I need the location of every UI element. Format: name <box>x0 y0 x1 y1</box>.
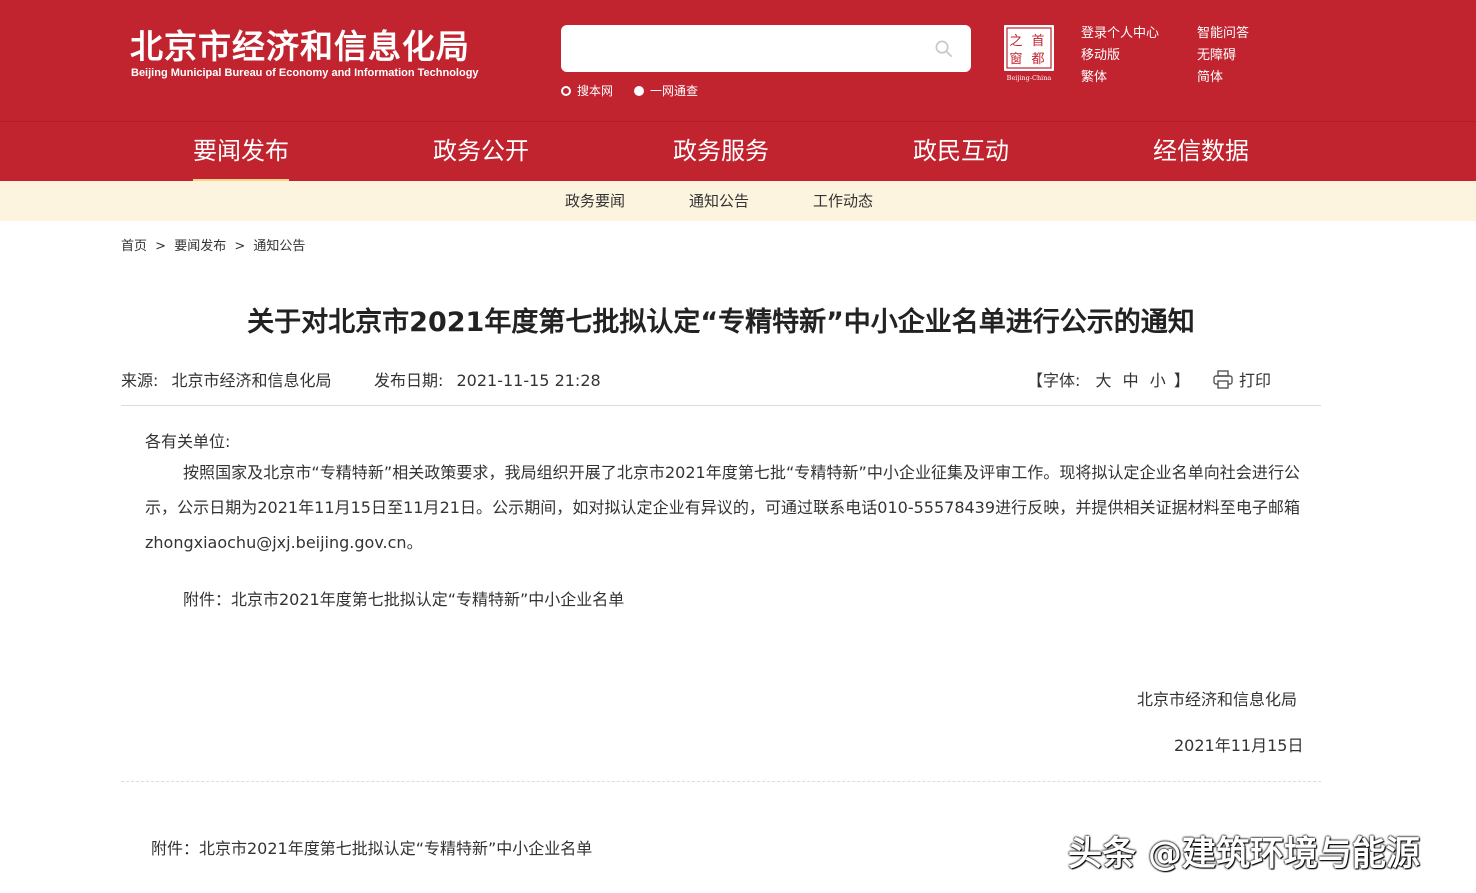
emblem-char-1: 之 <box>1009 34 1022 49</box>
meta-divider <box>121 405 1321 406</box>
attachment-link-inline[interactable]: 附件：北京市2021年度第七批拟认定“专精特新”中小企业名单 <box>183 586 624 610</box>
salutation: 各有关单位: <box>145 432 231 451</box>
source-value: 北京市经济和信息化局 <box>171 371 332 390</box>
nav-item-gov-affairs[interactable]: 政务公开 <box>433 122 529 182</box>
breadcrumb-home[interactable]: 首页 <box>121 239 147 254</box>
subnav-item-gov-news[interactable]: 政务要闻 <box>565 181 625 221</box>
font-size-small[interactable]: 小 <box>1150 371 1166 390</box>
traditional-chinese-link[interactable]: 繁体 <box>1081 67 1159 89</box>
login-link[interactable]: 登录个人中心 <box>1081 23 1159 45</box>
accessibility-link[interactable]: 无障碍 <box>1197 45 1249 67</box>
article-date: 发布日期: 2021-11-15 21:28 <box>374 367 601 391</box>
scope-option-site[interactable]: 搜本网 <box>561 82 613 99</box>
search-box <box>561 25 971 72</box>
nav-item-news[interactable]: 要闻发布 <box>193 122 289 182</box>
radio-selected-icon[interactable] <box>634 85 644 96</box>
font-size-close: 】 <box>1173 371 1190 390</box>
emblem-char-4: 都 <box>1031 52 1044 67</box>
print-label: 打印 <box>1239 371 1272 390</box>
nav-item-interaction[interactable]: 政民互动 <box>913 122 1009 182</box>
capital-window-emblem-icon[interactable]: 之 首 窗 都 Beijing-China <box>1001 23 1057 83</box>
site-logo-subtitle: Beijing Municipal Bureau of Economy and … <box>131 67 479 79</box>
breadcrumb-news[interactable]: 要闻发布 <box>174 239 226 254</box>
article-title: 关于对北京市2021年度第七批拟认定“专精特新”中小企业名单进行公示的通知 <box>247 307 1195 338</box>
font-size-switcher: 【字体: 大 中 小 】 <box>1027 367 1190 391</box>
font-size-label: 【字体: <box>1027 371 1081 390</box>
nav-item-data[interactable]: 经信数据 <box>1153 122 1249 182</box>
subnav-item-notices[interactable]: 通知公告 <box>689 181 749 221</box>
sub-nav: 政务要闻 通知公告 工作动态 <box>0 181 1476 221</box>
font-size-large[interactable]: 大 <box>1096 371 1112 390</box>
main-nav: 要闻发布 政务公开 政务服务 政民互动 经信数据 <box>0 121 1476 182</box>
top-links-right: 智能问答 无障碍 简体 <box>1197 23 1249 89</box>
watermark: 头条 @建筑环境与能源 <box>1068 834 1420 874</box>
signature: 北京市经济和信息化局 <box>1137 690 1298 709</box>
print-button[interactable]: 打印 <box>1213 367 1271 391</box>
site-header: 北京市经济和信息化局 Beijing Municipal Bureau of E… <box>0 0 1476 121</box>
breadcrumb-separator: > <box>234 239 246 254</box>
radio-unselected-icon[interactable] <box>561 85 571 96</box>
scope-option-all[interactable]: 一网通查 <box>634 82 698 99</box>
emblem-char-2: 首 <box>1031 34 1044 49</box>
attachment-link-bottom[interactable]: 附件：北京市2021年度第七批拟认定“专精特新”中小企业名单 <box>151 835 592 859</box>
simplified-chinese-link[interactable]: 简体 <box>1197 67 1249 89</box>
breadcrumb-notices[interactable]: 通知公告 <box>253 239 305 254</box>
sign-date: 2021年11月15日 <box>1174 736 1304 755</box>
source-label: 来源: <box>121 371 159 390</box>
top-links-left: 登录个人中心 移动版 繁体 <box>1081 23 1159 89</box>
site-logo-title[interactable]: 北京市经济和信息化局 <box>130 20 470 68</box>
article-source: 来源: 北京市经济和信息化局 <box>121 367 332 391</box>
date-value: 2021-11-15 21:28 <box>456 371 601 390</box>
scope-option-all-label: 一网通查 <box>650 84 699 98</box>
smart-qa-link[interactable]: 智能问答 <box>1197 23 1249 45</box>
scope-option-site-label: 搜本网 <box>577 84 614 98</box>
breadcrumb-separator: > <box>155 239 167 254</box>
font-size-medium[interactable]: 中 <box>1123 371 1139 390</box>
printer-icon <box>1213 369 1233 389</box>
date-label: 发布日期: <box>374 371 444 390</box>
search-input[interactable] <box>561 25 921 72</box>
breadcrumb: 首页 > 要闻发布 > 通知公告 <box>121 235 309 254</box>
emblem-caption: Beijing-China <box>1007 74 1052 82</box>
emblem-char-3: 窗 <box>1009 51 1022 67</box>
nav-item-gov-services[interactable]: 政务服务 <box>673 122 769 182</box>
attachment-divider <box>121 781 1321 782</box>
subnav-item-work-updates[interactable]: 工作动态 <box>813 181 873 221</box>
search-icon[interactable] <box>934 39 953 58</box>
article-paragraph: 按照国家及北京市“专精特新”相关政策要求，我局组织开展了北京市2021年度第七批… <box>145 463 1300 552</box>
mobile-version-link[interactable]: 移动版 <box>1081 45 1159 67</box>
